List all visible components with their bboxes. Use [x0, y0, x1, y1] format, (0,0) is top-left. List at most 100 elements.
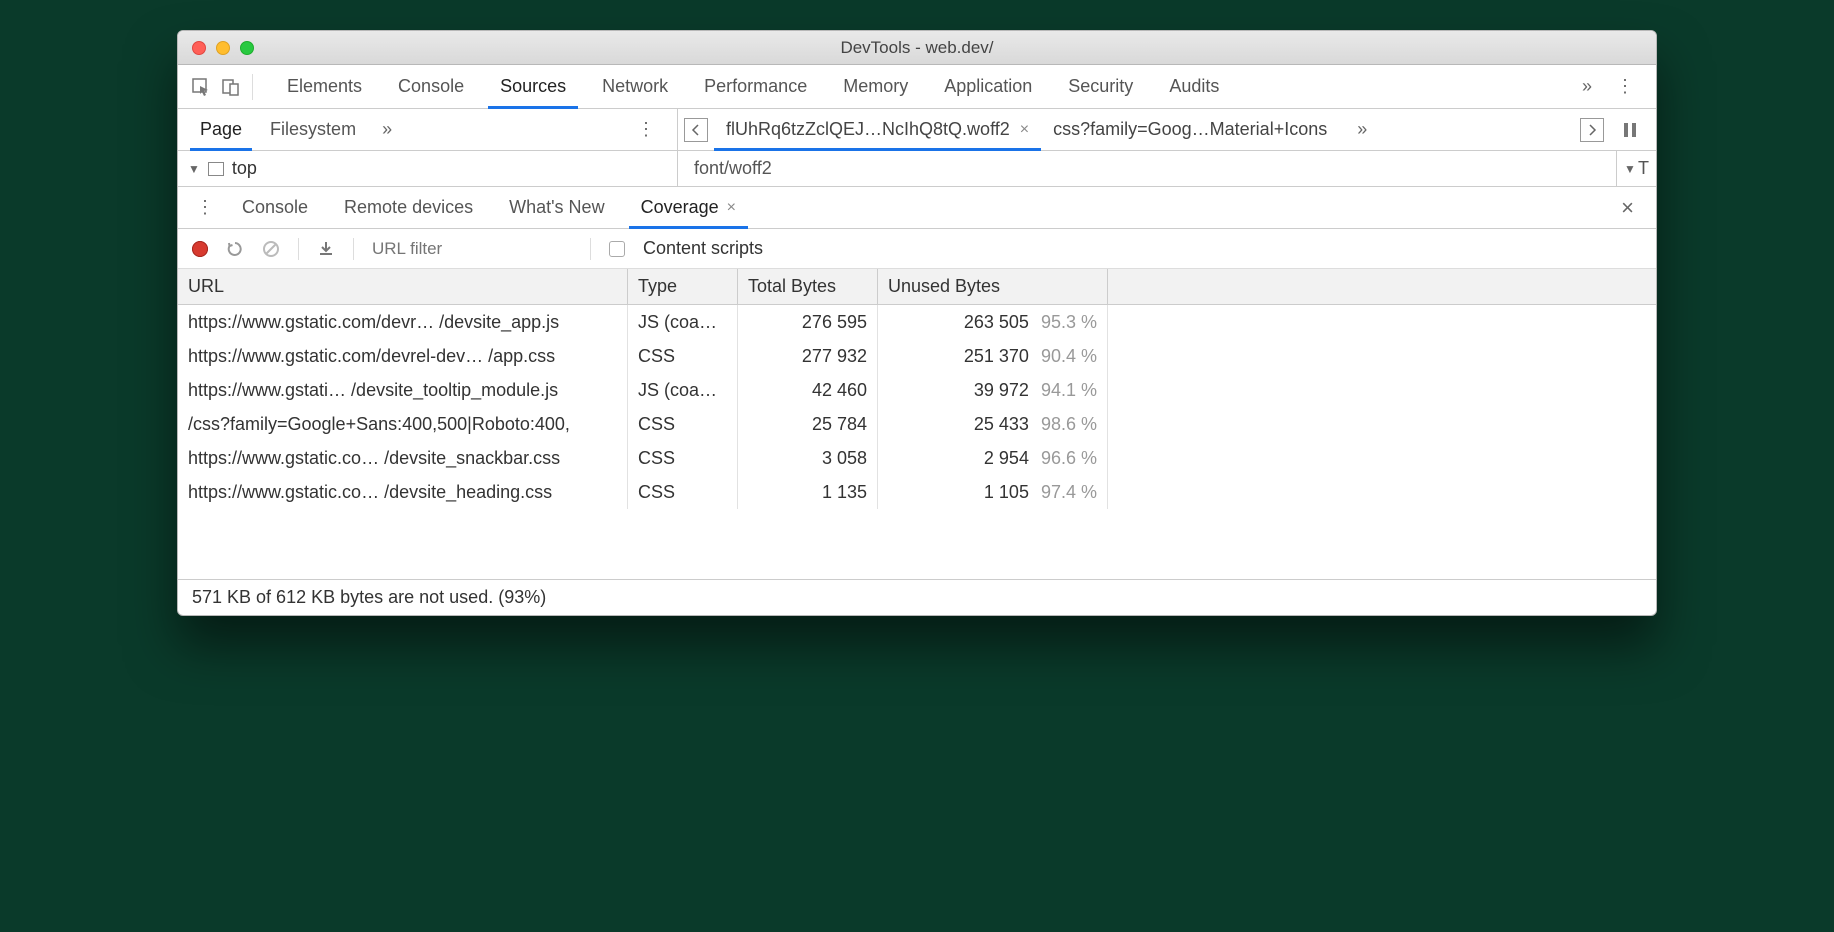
divider: [298, 238, 299, 260]
device-toggle-icon[interactable]: [216, 65, 246, 108]
cell-type: JS (coa…: [628, 373, 738, 407]
settings-kebab-icon[interactable]: ⋮: [1602, 76, 1648, 97]
drawer-tab-console[interactable]: Console: [224, 187, 326, 228]
cell-type: CSS: [628, 475, 738, 509]
cell-usage-bar: [1108, 441, 1656, 475]
nav-back-icon[interactable]: [684, 118, 708, 142]
sources-tab-filesystem[interactable]: Filesystem: [256, 109, 370, 150]
tab-application[interactable]: Application: [926, 65, 1050, 108]
coverage-row[interactable]: https://www.gstati… /devsite_tooltip_mod…: [178, 373, 1656, 407]
tab-memory[interactable]: Memory: [825, 65, 926, 108]
coverage-toolbar: Content scripts: [178, 229, 1656, 269]
drawer-close-icon[interactable]: ×: [1607, 195, 1648, 221]
coverage-table-body: https://www.gstatic.com/devr… /devsite_a…: [178, 305, 1656, 509]
tree-root-label: top: [232, 158, 257, 179]
tab-console[interactable]: Console: [380, 65, 482, 108]
cell-type: CSS: [628, 339, 738, 373]
page-tree-root[interactable]: ▼ top: [178, 151, 678, 186]
inspect-icon[interactable]: [186, 65, 216, 108]
file-tab-label: css?family=Goog…Material+Icons: [1053, 119, 1327, 140]
tab-performance[interactable]: Performance: [686, 65, 825, 108]
titlebar: DevTools - web.dev/: [178, 31, 1656, 65]
close-file-icon[interactable]: ×: [1020, 121, 1029, 139]
sources-overflow-icon[interactable]: »: [370, 119, 404, 140]
cell-type: JS (coa…: [628, 305, 738, 339]
drawer-tab-bar: ⋮ ConsoleRemote devicesWhat's NewCoverag…: [178, 187, 1656, 229]
drawer-tab-coverage[interactable]: Coverage×: [623, 187, 754, 228]
cell-url: https://www.gstatic.co… /devsite_heading…: [178, 475, 628, 509]
cell-url: https://www.gstati… /devsite_tooltip_mod…: [178, 373, 628, 407]
tab-network[interactable]: Network: [584, 65, 686, 108]
coverage-table-header: URL Type Total Bytes Unused Bytes: [178, 269, 1656, 305]
cell-total: 42 460: [738, 373, 878, 407]
tabs-overflow-icon[interactable]: »: [1572, 76, 1602, 97]
column-type[interactable]: Type: [628, 269, 738, 304]
devtools-window: DevTools - web.dev/ ElementsConsoleSourc…: [177, 30, 1657, 616]
cell-url: /css?family=Google+Sans:400,500|Roboto:4…: [178, 407, 628, 441]
coverage-row[interactable]: https://www.gstatic.co… /devsite_heading…: [178, 475, 1656, 509]
drawer-tab-what-s-new[interactable]: What's New: [491, 187, 622, 228]
cell-total: 1 135: [738, 475, 878, 509]
cell-total: 277 932: [738, 339, 878, 373]
export-icon[interactable]: [317, 240, 335, 258]
coverage-summary: 571 KB of 612 KB bytes are not used. (93…: [178, 579, 1656, 615]
coverage-row[interactable]: https://www.gstatic.com/devr… /devsite_a…: [178, 305, 1656, 339]
tab-audits[interactable]: Audits: [1151, 65, 1237, 108]
pause-icon[interactable]: [1610, 122, 1650, 138]
main-tab-bar: ElementsConsoleSourcesNetworkPerformance…: [178, 65, 1656, 109]
drawer-tab-remote-devices[interactable]: Remote devices: [326, 187, 491, 228]
sources-body-strip: ▼ top font/woff2 ▼ T: [178, 151, 1656, 187]
sources-kebab-icon[interactable]: ⋮: [623, 119, 669, 140]
coverage-empty-space: [178, 509, 1656, 579]
file-tab-label: flUhRq6tzZclQEJ…NcIhQ8tQ.woff2: [726, 119, 1010, 140]
cell-unused: 251 37090.4 %: [878, 339, 1108, 373]
maximize-window-icon[interactable]: [240, 41, 254, 55]
sources-left-panel-tabs: PageFilesystem » ⋮: [178, 109, 678, 150]
coverage-row[interactable]: https://www.gstatic.com/devrel-dev… /app…: [178, 339, 1656, 373]
divider: [252, 74, 253, 100]
column-total-bytes[interactable]: Total Bytes: [738, 269, 878, 304]
column-unused-bytes[interactable]: Unused Bytes: [878, 269, 1108, 304]
sources-tab-page[interactable]: Page: [186, 109, 256, 150]
file-tab[interactable]: css?family=Goog…Material+Icons: [1041, 109, 1339, 150]
content-scripts-checkbox[interactable]: [609, 241, 625, 257]
content-mime-type: font/woff2: [678, 151, 1616, 186]
tab-security[interactable]: Security: [1050, 65, 1151, 108]
cell-unused: 1 10597.4 %: [878, 475, 1108, 509]
cell-unused: 2 95496.6 %: [878, 441, 1108, 475]
file-tab[interactable]: flUhRq6tzZclQEJ…NcIhQ8tQ.woff2 ×: [714, 109, 1041, 150]
url-filter-input[interactable]: [372, 239, 572, 259]
cell-url: https://www.gstatic.co… /devsite_snackba…: [178, 441, 628, 475]
coverage-row[interactable]: https://www.gstatic.co… /devsite_snackba…: [178, 441, 1656, 475]
clear-icon[interactable]: [262, 240, 280, 258]
cell-unused: 263 50595.3 %: [878, 305, 1108, 339]
cell-total: 276 595: [738, 305, 878, 339]
reload-icon[interactable]: [226, 240, 244, 258]
column-visualization: [1108, 269, 1656, 304]
tab-sources[interactable]: Sources: [482, 65, 584, 108]
column-url[interactable]: URL: [178, 269, 628, 304]
coverage-row[interactable]: /css?family=Google+Sans:400,500|Roboto:4…: [178, 407, 1656, 441]
close-window-icon[interactable]: [192, 41, 206, 55]
files-overflow-icon[interactable]: »: [1345, 119, 1379, 140]
divider: [590, 238, 591, 260]
close-drawer-tab-icon[interactable]: ×: [727, 199, 736, 217]
open-files-bar: flUhRq6tzZclQEJ…NcIhQ8tQ.woff2 × css?famil…: [678, 109, 1656, 150]
expand-icon[interactable]: ▼: [188, 162, 200, 176]
minimize-window-icon[interactable]: [216, 41, 230, 55]
right-panel-toggle[interactable]: ▼ T: [1616, 151, 1656, 186]
cell-total: 3 058: [738, 441, 878, 475]
tab-elements[interactable]: Elements: [269, 65, 380, 108]
window-controls: [178, 41, 254, 55]
frame-icon: [208, 162, 224, 176]
cell-unused: 25 43398.6 %: [878, 407, 1108, 441]
cell-url: https://www.gstatic.com/devr… /devsite_a…: [178, 305, 628, 339]
drawer-kebab-icon[interactable]: ⋮: [186, 197, 224, 218]
record-icon[interactable]: [192, 241, 208, 257]
window-title: DevTools - web.dev/: [178, 38, 1656, 58]
content-scripts-label: Content scripts: [643, 238, 763, 259]
cell-usage-bar: [1108, 305, 1656, 339]
cell-unused: 39 97294.1 %: [878, 373, 1108, 407]
divider: [353, 238, 354, 260]
nav-forward-icon[interactable]: [1580, 118, 1604, 142]
